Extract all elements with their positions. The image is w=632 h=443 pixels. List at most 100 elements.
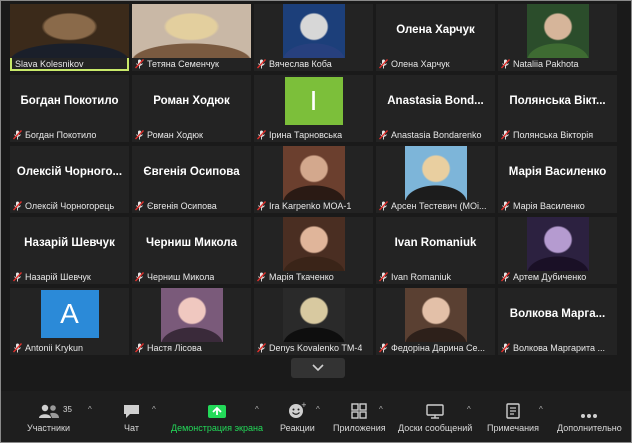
participant-video [282,146,345,200]
participant-name: Настя Лісова [147,343,202,353]
mic-muted-icon [379,130,388,140]
apps-label: Приложения [333,423,386,433]
participant-tile[interactable]: Полянська Вікт... Полянська Вікторія [498,75,617,142]
participant-name: Олена Харчук [391,59,450,69]
share-screen-button[interactable]: Демонстрация экрана [171,401,263,433]
participant-tile[interactable]: Тетяна Семенчук [132,4,251,71]
participant-name-label: Denys Kovalenko TM-4 [257,343,371,353]
participant-name-label: Anastasia Bondarenko [379,130,493,140]
more-button[interactable]: Дополнительно [557,401,622,433]
mic-muted-icon [135,59,144,69]
participant-display-name: Богдан Покотило [20,95,119,107]
participant-tile[interactable]: Арсен Тестевич (МОі... [376,146,495,213]
participant-tile[interactable]: Ivan Romaniuk Ivan Romaniuk [376,217,495,284]
participant-tile[interactable]: Черниш Микола Черниш Микола [132,217,251,284]
participant-display-name: Євгенія Осипова [143,166,240,178]
participant-name-label: Марія Ткаченко [257,272,371,282]
participant-display-name: Полянська Вікт... [509,95,606,107]
participant-display-name: Назарій Шевчук [24,237,115,249]
participant-name: Slava Kolesnikov [15,59,84,69]
share-caret-icon[interactable]: ^ [255,405,259,414]
participant-name: Олексій Чорногорець [25,201,115,211]
whiteboards-button[interactable]: Доски сообщений [398,401,472,433]
apps-button[interactable]: Приложения [333,401,386,433]
next-page-button[interactable] [291,358,345,378]
participant-name: Волкова Маргарита ... [513,343,606,353]
notes-button[interactable]: Примечания [487,401,539,433]
chat-caret-icon[interactable]: ^ [152,405,156,414]
participant-video [404,146,467,200]
mic-muted-icon [257,59,266,69]
participant-tile[interactable]: Slava Kolesnikov [10,4,129,71]
participant-name-label: Олексій Чорногорець [13,201,127,211]
participant-video [282,217,345,271]
apps-caret-icon[interactable]: ^ [379,405,383,414]
mic-muted-icon [501,343,510,353]
participant-tile[interactable]: Олена Харчук Олена Харчук [376,4,495,71]
mic-muted-icon [379,272,388,282]
participant-tile[interactable]: Федоріна Дарина Се... [376,288,495,355]
participant-tile[interactable]: Волкова Марга... Волкова Маргарита ... [498,288,617,355]
whiteboard-icon [426,404,444,419]
reactions-button[interactable]: + Реакции [280,401,315,433]
whiteboards-label: Доски сообщений [398,423,473,433]
notes-caret-icon[interactable]: ^ [539,405,543,414]
participant-tile[interactable]: Олексій Чорного... Олексій Чорногорець [10,146,129,213]
participant-video [282,288,345,342]
participant-avatar: A [40,290,99,338]
participant-tile[interactable]: Nataliia Pakhota [498,4,617,71]
chat-icon [124,405,139,418]
participant-tile[interactable]: Богдан Покотило Богдан Покотило [10,75,129,142]
mic-muted-icon [501,59,510,69]
mic-muted-icon [257,272,266,282]
participant-tile[interactable]: Denys Kovalenko TM-4 [254,288,373,355]
participant-display-name: Олена Харчук [396,24,475,36]
participants-caret-icon[interactable]: ^ [88,405,92,414]
participant-tile[interactable]: I Ірина Тарновська [254,75,373,142]
participant-tile[interactable]: A Antonii Krykun [10,288,129,355]
participant-tile[interactable]: Марія Василенко Марія Василенко [498,146,617,213]
video-grid: Slava Kolesnikov Тетяна Семенчук Вячеслав … [10,4,617,355]
participant-video [526,4,589,58]
participant-tile[interactable]: Вячеслав Коба [254,4,373,71]
participant-tile[interactable]: Настя Лісова [132,288,251,355]
participant-name-label: Antonii Krykun [13,343,127,353]
chat-button[interactable]: Чат [123,401,140,433]
participant-display-name: Anastasia Bond... [387,95,484,107]
participant-tile[interactable]: Ira Karpenko МОА-1 [254,146,373,213]
participant-name-label: Роман Ходюк [135,130,249,140]
participant-tile[interactable]: Артем Дубиченко [498,217,617,284]
share-screen-icon [207,405,226,418]
participant-video [10,4,129,58]
participant-tile[interactable]: Роман Ходюк Роман Ходюк [132,75,251,142]
whiteboards-caret-icon[interactable]: ^ [467,405,471,414]
mic-muted-icon [501,201,510,211]
participant-tile[interactable]: Євгенія Осипова Євгенія Осипова [132,146,251,213]
participant-name-label: Настя Лісова [135,343,249,353]
participant-video [160,288,223,342]
mic-muted-icon [501,272,510,282]
participant-name-label: Євгенія Осипова [135,201,249,211]
participant-display-name: Роман Ходюк [153,95,230,107]
participant-name-label: Черниш Микола [135,272,249,282]
participant-tile[interactable]: Anastasia Bond... Anastasia Bondarenko [376,75,495,142]
participant-name: Арсен Тестевич (МОі... [391,201,487,211]
participant-display-name: Черниш Микола [146,237,237,249]
participant-name: Ivan Romaniuk [391,272,452,282]
chat-label: Чат [124,423,139,433]
participant-video [132,4,251,58]
participant-name: Denys Kovalenko TM-4 [269,343,363,353]
mic-muted-icon [135,272,144,282]
mic-muted-icon [13,272,22,282]
notes-icon [506,403,520,419]
mic-muted-icon [135,201,144,211]
notes-label: Примечания [487,423,539,433]
reactions-caret-icon[interactable]: ^ [316,405,320,414]
participants-count: 35 [63,405,72,414]
mic-muted-icon [379,59,388,69]
participant-tile[interactable]: Марія Ткаченко [254,217,373,284]
mic-muted-icon [257,130,266,140]
participant-name: Марія Ткаченко [269,272,334,282]
participant-tile[interactable]: Назарій Шевчук Назарій Шевчук [10,217,129,284]
participant-display-name: Олексій Чорного... [16,166,123,178]
